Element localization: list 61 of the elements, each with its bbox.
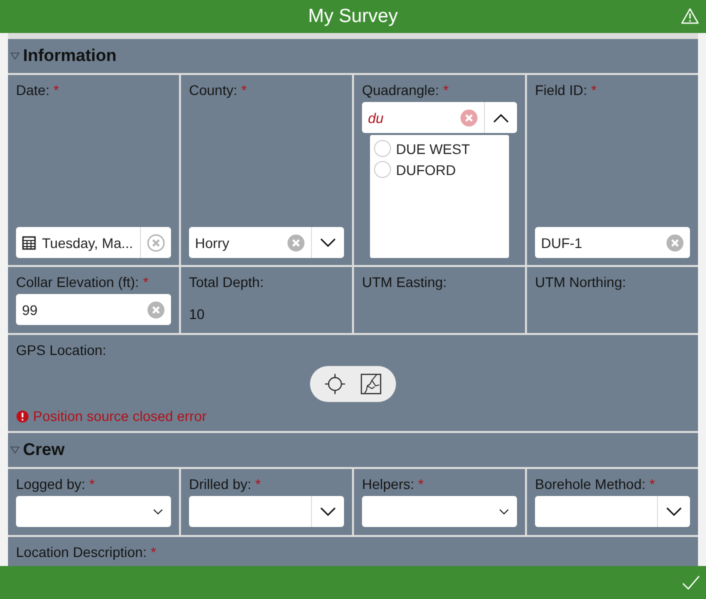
clear-icon[interactable]: [147, 300, 165, 318]
option-item[interactable]: DUFORD: [370, 159, 509, 180]
error-message: Position source closed error: [33, 408, 207, 424]
option-item[interactable]: DUE WEST: [370, 138, 509, 159]
required-mark: *: [142, 274, 148, 290]
field-label: Location Description:: [16, 544, 147, 560]
section-header[interactable]: Crew: [8, 433, 698, 467]
search-field[interactable]: du: [362, 102, 517, 133]
field-value: 10: [189, 306, 206, 322]
calendar-icon: [22, 236, 36, 250]
required-mark: *: [443, 82, 449, 98]
field-label: Field ID:: [535, 82, 588, 98]
chevron-up-icon[interactable]: [493, 112, 509, 122]
warning-icon[interactable]: [681, 8, 699, 24]
option-label: DUFORD: [396, 162, 456, 178]
text-field[interactable]: DUF-1: [535, 227, 690, 258]
clear-icon[interactable]: [287, 234, 305, 252]
required-mark: *: [591, 82, 597, 98]
radio-button[interactable]: [374, 140, 391, 157]
field-label: Helpers:: [362, 476, 414, 492]
field-label: UTM Easting:: [362, 274, 447, 290]
field-label: Logged by:: [16, 476, 86, 492]
required-mark: *: [650, 476, 655, 492]
chevron-down-icon[interactable]: [499, 508, 509, 514]
clear-icon[interactable]: [147, 234, 165, 252]
chevron-down-icon[interactable]: [666, 506, 682, 516]
chevron-down-icon[interactable]: [320, 506, 336, 516]
required-mark: *: [255, 476, 261, 492]
crosshair-icon[interactable]: [324, 373, 346, 395]
required-mark: *: [53, 82, 59, 98]
chevron-down-icon[interactable]: [153, 508, 163, 514]
dropdown-field[interactable]: [16, 496, 171, 527]
chevron-down-icon[interactable]: [320, 238, 336, 248]
required-mark: *: [150, 544, 156, 560]
clear-icon[interactable]: [666, 234, 684, 252]
dropdown-field[interactable]: [189, 496, 344, 527]
option-label: DUE WEST: [396, 140, 470, 156]
select-field[interactable]: Horry: [189, 227, 344, 258]
field-label: Date:: [16, 82, 50, 98]
field-label: Total Depth:: [189, 274, 264, 290]
dropdown-field[interactable]: [362, 496, 517, 527]
field-label: Drilled by:: [189, 476, 252, 492]
field-label: GPS Location:: [16, 342, 106, 358]
field-label: UTM Northing:: [535, 274, 626, 290]
field-label: Quadrangle:: [362, 82, 440, 98]
field-label: Collar Elevation (ft):: [16, 274, 139, 290]
checkmark-icon[interactable]: [682, 575, 700, 590]
section-header[interactable]: Information: [8, 39, 698, 73]
date-field[interactable]: Tuesday, Ma...: [16, 227, 171, 258]
text-field[interactable]: 99: [16, 294, 171, 325]
field-label: County:: [189, 82, 238, 98]
map-icon[interactable]: [360, 373, 382, 395]
required-mark: *: [89, 476, 95, 492]
dropdown-field[interactable]: [535, 496, 690, 527]
error-icon: [16, 410, 29, 422]
required-mark: *: [241, 82, 247, 98]
clear-icon[interactable]: [460, 108, 478, 126]
field-label: Borehole Method:: [535, 476, 646, 492]
app-title: My Survey: [308, 6, 398, 28]
required-mark: *: [418, 476, 424, 492]
radio-button[interactable]: [374, 161, 391, 178]
